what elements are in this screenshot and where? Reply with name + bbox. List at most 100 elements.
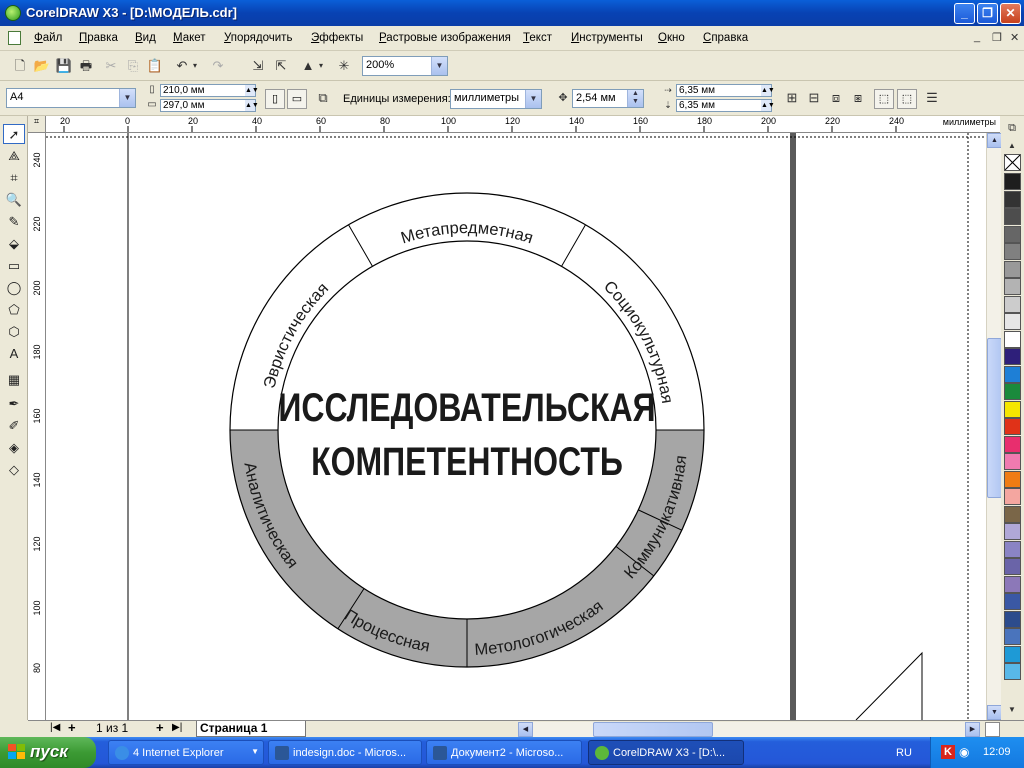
palette-scroll-down-icon[interactable]: ▼ xyxy=(1004,702,1020,718)
taskbar-item-ie[interactable]: 4 Internet Explorer ▼ xyxy=(108,740,264,765)
zoom-tool-icon[interactable]: 🔍 xyxy=(3,190,25,210)
landscape-button[interactable]: ▭ xyxy=(287,89,307,109)
first-page-icon[interactable]: |◀ xyxy=(50,722,60,733)
horizontal-scroll-thumb[interactable] xyxy=(593,722,713,737)
menu-layout[interactable]: Макет xyxy=(173,32,206,44)
color-swatch[interactable] xyxy=(1004,278,1021,295)
center-title-line1[interactable]: ИССЛЕДОВАТЕЛЬСКАЯ xyxy=(278,385,655,430)
redo-icon[interactable]: ↷ xyxy=(208,56,228,76)
spin-arrows-icon[interactable]: ▲▼ xyxy=(761,85,775,96)
menu-tools[interactable]: Инструменты xyxy=(571,32,643,44)
start-button[interactable]: пуск xyxy=(0,737,96,768)
open-icon[interactable]: 📂 xyxy=(32,56,52,76)
color-swatch[interactable] xyxy=(1004,558,1021,575)
chevron-down-icon[interactable]: ▼ xyxy=(525,90,541,108)
taskbar-item-indesign-doc[interactable]: indesign.doc - Micros... xyxy=(268,740,422,765)
page-tab[interactable]: Страница 1 xyxy=(196,721,306,737)
snap-grid-icon[interactable]: ⊞ xyxy=(782,88,802,108)
color-swatch[interactable] xyxy=(1004,260,1021,278)
crop-tool-icon[interactable]: ⌗ xyxy=(3,168,25,188)
menu-file[interactable]: Файл xyxy=(34,32,62,44)
kaspersky-icon[interactable]: K xyxy=(941,745,955,759)
import-icon[interactable]: ⇲ xyxy=(248,56,268,76)
snap-guidelines-icon[interactable]: ⊟ xyxy=(804,88,824,108)
spin-arrows-icon[interactable]: ▲▼ xyxy=(245,100,259,111)
spin-arrows-icon[interactable]: ▲▼ xyxy=(761,100,775,111)
menu-arrange[interactable]: Упорядочить xyxy=(224,32,292,44)
tray-app-icon[interactable]: ◉ xyxy=(959,745,969,759)
zoom-combo[interactable]: 200% ▼ xyxy=(362,56,448,76)
doc-minimize-button[interactable]: _ xyxy=(974,31,980,43)
color-swatch[interactable] xyxy=(1004,330,1021,348)
scroll-down-icon[interactable]: ▼ xyxy=(987,705,1002,720)
color-swatch[interactable] xyxy=(1004,488,1021,505)
clock[interactable]: 12:09 xyxy=(983,746,1011,758)
outline-tool-icon[interactable]: ✐ xyxy=(3,416,25,436)
menu-bitmaps[interactable]: Растровые изображения xyxy=(379,32,511,44)
ellipse-tool-icon[interactable]: ◯ xyxy=(3,278,25,298)
color-swatch[interactable] xyxy=(1004,225,1021,243)
text-tool-icon[interactable]: A xyxy=(3,344,25,364)
vertical-scrollbar[interactable]: ▲ ▼ xyxy=(986,133,1002,720)
color-swatch[interactable] xyxy=(1004,593,1021,610)
page-layout-icon[interactable]: ⧉ xyxy=(313,88,333,108)
color-swatch[interactable] xyxy=(1004,400,1021,418)
minimize-button[interactable]: _ xyxy=(954,3,975,24)
menu-effects[interactable]: Эффекты xyxy=(311,32,363,44)
taskbar-item-coreldraw[interactable]: CorelDRAW X3 - [D:\... xyxy=(588,740,744,765)
portrait-button[interactable]: ▯ xyxy=(265,89,285,109)
restore-button[interactable]: ❐ xyxy=(977,3,998,24)
treat-as-filled-button[interactable]: ⬚ xyxy=(874,89,894,109)
units-combo[interactable]: миллиметры ▼ xyxy=(450,89,542,109)
document-icon[interactable] xyxy=(8,31,21,45)
cut-icon[interactable]: ✂ xyxy=(101,56,121,76)
color-swatch[interactable] xyxy=(1004,365,1021,383)
paste-icon[interactable]: 📋 xyxy=(145,56,165,76)
color-swatch[interactable] xyxy=(1004,610,1021,628)
color-swatch[interactable] xyxy=(1004,663,1021,680)
options-icon[interactable]: ☰ xyxy=(922,88,942,108)
taskbar-item-document2[interactable]: Документ2 - Microso... xyxy=(426,740,582,765)
menu-window[interactable]: Окно xyxy=(658,32,685,44)
scroll-right-icon[interactable]: ▶ xyxy=(965,722,980,737)
color-swatch[interactable] xyxy=(1004,435,1021,453)
color-swatch[interactable] xyxy=(1004,418,1021,435)
horizontal-scrollbar[interactable]: ◀ ▶ xyxy=(518,722,980,737)
chevron-down-icon[interactable]: ▼ xyxy=(119,89,135,107)
vertical-scroll-thumb[interactable] xyxy=(987,338,1002,498)
launcher-icon[interactable]: ▲ xyxy=(298,56,318,76)
color-swatch[interactable] xyxy=(1004,628,1021,645)
color-swatch[interactable] xyxy=(1004,505,1021,523)
color-swatch[interactable] xyxy=(1004,523,1021,540)
page-size-combo[interactable]: A4 ▼ xyxy=(6,88,136,108)
chevron-down-icon[interactable]: ▼ xyxy=(431,57,447,75)
color-swatch[interactable] xyxy=(1004,173,1021,190)
interactive-fill-tool-icon[interactable]: ◇ xyxy=(3,460,25,480)
fill-tool-icon[interactable]: ◈ xyxy=(3,438,25,458)
nudge-field[interactable]: 2,54 мм ▲ ▼ xyxy=(572,89,644,108)
color-swatch[interactable] xyxy=(1004,470,1021,488)
color-swatch[interactable] xyxy=(1004,208,1021,225)
rectangle-tool-icon[interactable]: ▭ xyxy=(3,256,25,276)
spin-arrows-icon[interactable]: ▲▼ xyxy=(245,85,259,96)
snap-objects-icon[interactable]: ⧈ xyxy=(826,88,846,108)
color-swatch[interactable] xyxy=(1004,295,1021,313)
no-color-swatch[interactable] xyxy=(1004,154,1021,171)
add-page-after-icon[interactable]: + xyxy=(156,720,164,735)
doc-close-button[interactable]: ✕ xyxy=(1010,31,1019,44)
export-icon[interactable]: ⇱ xyxy=(271,56,291,76)
copy-icon[interactable]: ⎘ xyxy=(123,56,143,76)
launcher-dropdown-icon[interactable]: ▾ xyxy=(316,56,326,76)
off-page-shape[interactable] xyxy=(855,651,923,720)
menu-help[interactable]: Справка xyxy=(703,32,748,44)
basic-shapes-tool-icon[interactable]: ⬡ xyxy=(3,322,25,342)
interactive-blend-tool-icon[interactable]: ▦ xyxy=(3,370,25,390)
language-indicator[interactable]: RU xyxy=(896,747,912,759)
scroll-left-icon[interactable]: ◀ xyxy=(518,722,533,737)
palette-flyout-icon[interactable]: ⧉ xyxy=(1004,120,1020,136)
ruler-corner[interactable]: ⌗ xyxy=(28,116,46,133)
color-swatch[interactable] xyxy=(1004,453,1021,470)
shape-tool-icon[interactable]: ⟁ xyxy=(3,146,25,166)
horizontal-ruler[interactable]: 20 0 20 40 60 80 100 120 140 160 180 200… xyxy=(46,116,1000,133)
undo-dropdown-icon[interactable]: ▾ xyxy=(190,56,200,76)
